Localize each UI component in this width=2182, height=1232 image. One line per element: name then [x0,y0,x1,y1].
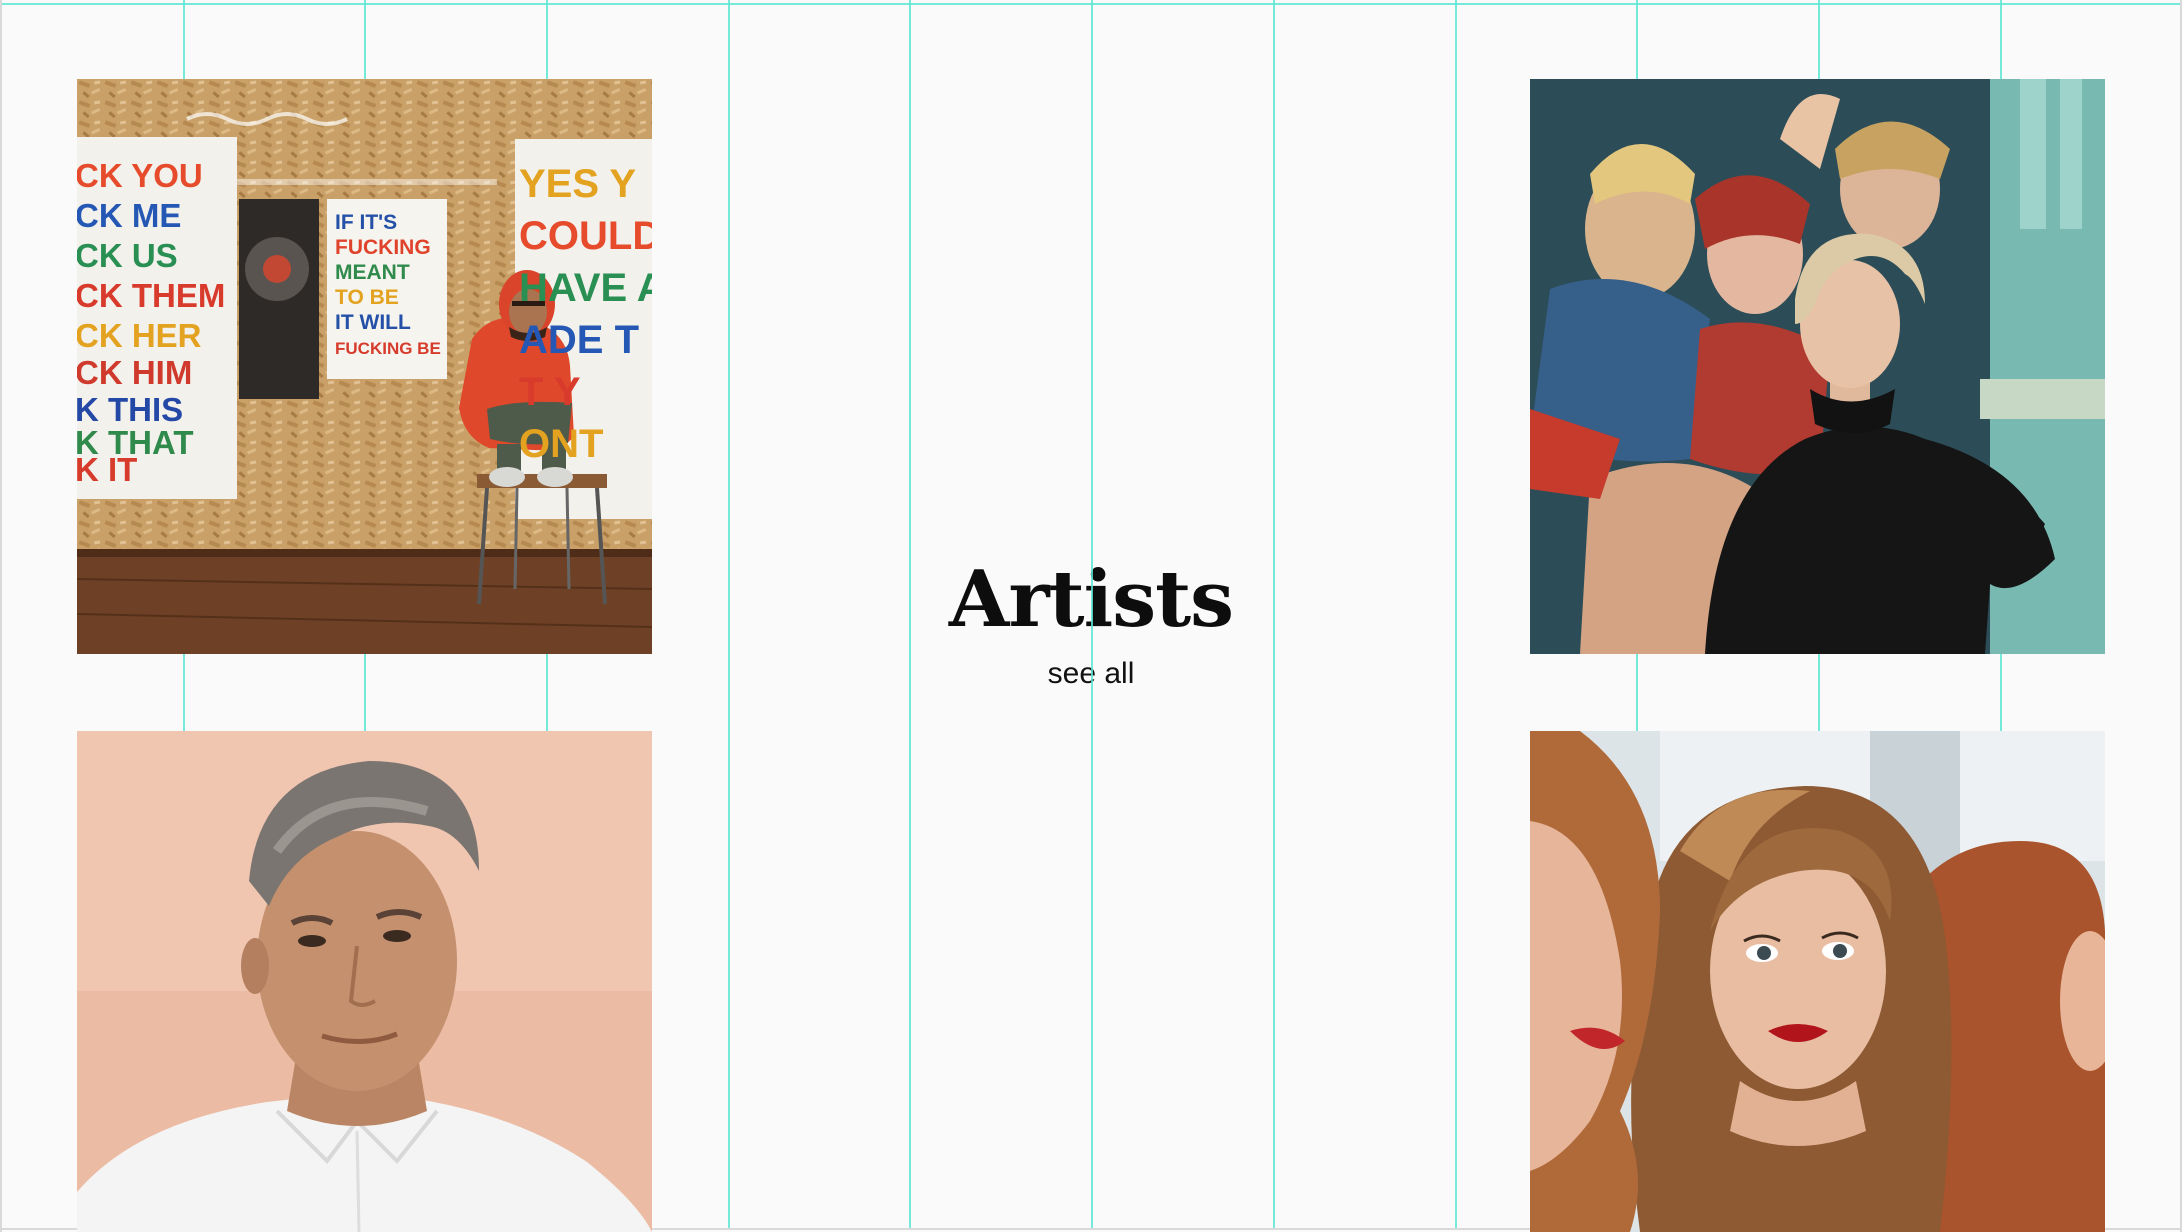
sign-middle-line: TO BE [335,286,399,309]
sign-left-line: K THIS [77,391,183,428]
sign-right-line: YES Y [519,162,636,206]
grid-guide-horizontal [0,3,2182,5]
sign-right-line: T Y [519,370,581,414]
sign-right-line: COULD [519,214,652,258]
sign-middle-line: IT WILL [335,311,411,334]
sign-right-line: ONT [519,422,603,466]
grid-guide-vertical [728,0,730,1230]
sign-right-line: ADE T [519,318,639,362]
sign-left-line: K IT [77,451,137,488]
artist-card-4[interactable] [1530,731,2105,1232]
section-title: Artists [948,554,1234,645]
sign-left-line: CK US [77,237,178,274]
artist-photo-painting-studio [1530,79,2105,654]
artists-section: CK YOU CK ME CK US CK THEM CK HER CK HIM… [0,0,2182,1232]
sign-middle-line: FUCKING BE [335,339,441,358]
sign-left-line: CK THEM [77,277,225,314]
section-heading: Artists see all [891,545,1291,691]
artist-photo-group-portrait [1530,731,2105,1232]
frame-edge-left [0,0,2,1232]
sign-right-line: HAVE A [519,266,652,310]
sign-left-line: CK ME [77,197,181,234]
artist-card-2[interactable] [1530,79,2105,654]
sign-left-line: CK YOU [77,157,203,194]
artist-card-3[interactable] [77,731,652,1232]
artist-photo-portrait-pink [77,731,652,1232]
grid-guide-vertical [1455,0,1457,1230]
sign-left-line: CK HER [77,317,202,354]
sign-left-line: CK HIM [77,354,192,391]
sign-middle-line: FUCKING [335,236,431,259]
sign-middle-line: IF IT'S [335,211,397,234]
artist-photo-graffiti-wall: CK YOU CK ME CK US CK THEM CK HER CK HIM… [77,79,652,654]
artist-card-1[interactable]: CK YOU CK ME CK US CK THEM CK HER CK HIM… [77,79,652,654]
see-all-link[interactable]: see all [1048,657,1135,691]
sign-middle-line: MEANT [335,261,410,284]
